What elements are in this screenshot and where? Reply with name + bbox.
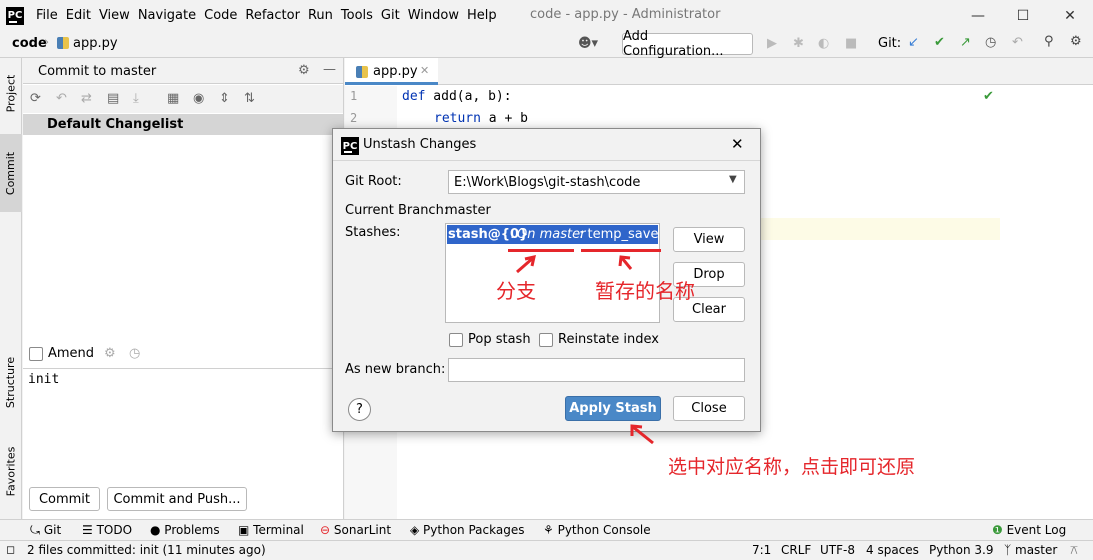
toolwindow-todo[interactable]: ☰ TODO [82,523,132,537]
lock-icon[interactable]: ⚻ [1070,543,1078,558]
apply-arrow [632,425,654,445]
packages-icon: ◈ [410,523,424,537]
name-arrow [620,257,633,270]
python-console-icon: ⚘ [543,523,558,537]
git-icon: ⤿ [30,523,44,537]
file-encoding[interactable]: UTF-8 [820,543,855,557]
caret-position[interactable]: 7:1 [752,543,771,557]
toolwindow-terminal[interactable]: ▣ Terminal [238,523,304,537]
git-branch-widget[interactable]: ᛉ master [1004,543,1057,557]
event-log-icon: ❶ [992,523,1007,537]
toolwindow-git[interactable]: ⤿ Git [30,523,61,538]
terminal-icon: ▣ [238,523,254,537]
annotation-stash-name: 暂存的名称 [595,279,695,303]
toolwindow-sonarlint[interactable]: ⊖ SonarLint [320,523,391,537]
event-log[interactable]: ❶ Event Log [992,523,1066,537]
python-interpreter[interactable]: Python 3.9 [929,543,994,557]
annotation-branch: 分支 [496,279,536,303]
indent-setting[interactable]: 4 spaces [866,543,919,557]
status-message: 2 files committed: init (11 minutes ago) [27,543,266,557]
line-separator[interactable]: CRLF [781,543,811,557]
tool-window-bar: ⤿ Git ☰ TODO ● Problems ▣ Terminal ⊖ Son… [0,519,1093,540]
status-bar: ◻ 2 files committed: init (11 minutes ag… [0,540,1093,560]
branch-arrow [516,256,534,274]
toolwindow-python-packages[interactable]: ◈ Python Packages [410,523,524,537]
annotation-layer [508,249,661,445]
status-toggle-icon[interactable]: ◻ [6,543,15,556]
sonarlint-icon: ⊖ [320,523,334,537]
toolwindow-python-console[interactable]: ⚘ Python Console [543,523,651,537]
name-underline [581,249,661,252]
branch-underline [508,249,574,252]
annotation-instruction: 选中对应名称，点击即可还原 [668,456,916,478]
toolwindow-problems[interactable]: ● Problems [150,523,220,537]
todo-icon: ☰ [82,523,97,537]
branch-icon: ᛉ [1004,543,1016,557]
problems-icon: ● [150,523,165,537]
